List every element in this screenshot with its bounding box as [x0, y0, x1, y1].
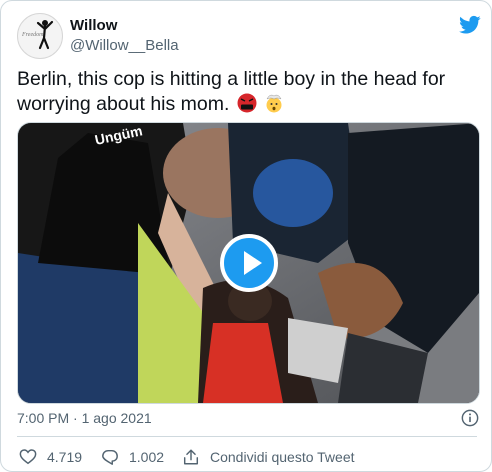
- author-handle[interactable]: @Willow__Bella: [70, 37, 179, 54]
- tweet-timestamp[interactable]: 7:00 PM · 1 ago 2021: [17, 410, 152, 426]
- heart-icon: [19, 449, 37, 465]
- swearing-face-emoji-icon: [237, 93, 257, 113]
- reply-count: 1.002: [129, 449, 165, 465]
- avatar[interactable]: Freedom: [17, 13, 63, 59]
- share-icon: [183, 449, 199, 465]
- share-label: Condividi questo Tweet: [210, 449, 355, 465]
- author-name[interactable]: Willow: [70, 17, 117, 34]
- twitter-bird-icon[interactable]: [459, 15, 481, 35]
- play-icon: [244, 251, 262, 275]
- share-button[interactable]: Condividi questo Tweet: [182, 447, 355, 467]
- play-button[interactable]: [220, 234, 278, 292]
- divider: [17, 436, 477, 437]
- like-count: 4.719: [47, 449, 83, 465]
- tweet-text: Berlin, this cop is hitting a little boy…: [17, 67, 477, 117]
- avatar-text: Freedom: [22, 32, 44, 38]
- tweet-body: Berlin, this cop is hitting a little boy…: [17, 68, 446, 115]
- reply-button[interactable]: 1.002: [101, 447, 164, 467]
- tweet-card: Freedom Willow @Willow__Bella Berlin, th…: [0, 0, 492, 472]
- exploding-head-emoji-icon: [266, 94, 282, 113]
- info-icon[interactable]: [461, 409, 479, 427]
- reply-icon: [102, 449, 118, 465]
- like-button[interactable]: 4.719: [19, 447, 82, 467]
